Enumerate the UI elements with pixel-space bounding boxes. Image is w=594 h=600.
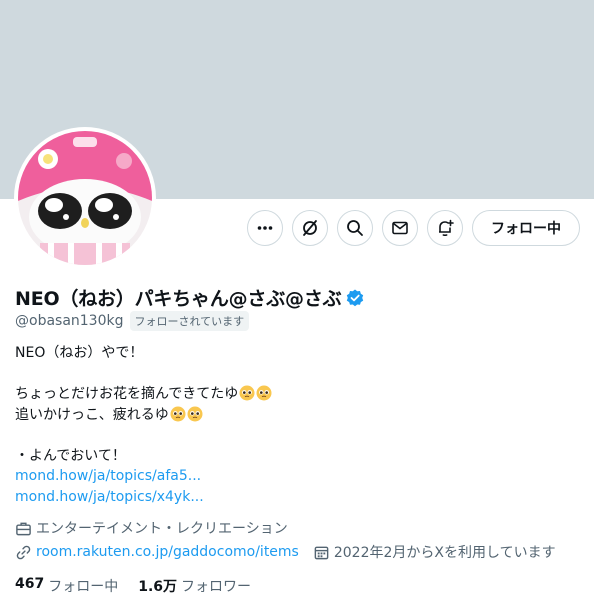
bio-link[interactable]: mond.how/ja/topics/afa5...: [15, 468, 201, 484]
grok-button[interactable]: [292, 210, 328, 246]
pleading-face-emoji-icon: [256, 385, 272, 401]
search-icon: [347, 220, 363, 236]
following-label: フォロー中: [48, 579, 119, 595]
bio-line-with-emoji: ちょっとだけお花を摘んできてたゆ: [15, 384, 575, 405]
website-link[interactable]: room.rakuten.co.jp/gaddocomo/items: [36, 544, 299, 560]
calendar-icon: [314, 546, 329, 559]
search-button[interactable]: [337, 210, 373, 246]
following-stat[interactable]: 467 フォロー中: [15, 576, 118, 596]
bell-plus-icon: [439, 219, 454, 237]
followers-count: 1.6万: [138, 579, 178, 595]
more-button[interactable]: [247, 210, 283, 246]
notify-button[interactable]: [427, 210, 463, 246]
profile-stats: 467 フォロー中 1.6万 フォロワー: [15, 576, 251, 596]
bio-line: NEO（ねお）やで！: [15, 345, 144, 361]
handle: @obasan130kg: [15, 313, 124, 329]
handle-row: @obasan130kg フォローされています: [15, 311, 250, 331]
bio-line: ちょっとだけお花を摘んできてたゆ: [15, 386, 239, 402]
followers-stat[interactable]: 1.6万 フォロワー: [138, 576, 251, 596]
profile-meta-info: room.rakuten.co.jp/gaddocomo/items 2022年…: [15, 542, 556, 562]
profile-action-bar: フォロー中: [247, 210, 580, 246]
bio-line-with-emoji: 追いかけっこ、疲れるゆ: [15, 405, 575, 426]
display-name: NEO（ねお）パキちゃん@さぶ@さぶ: [15, 288, 342, 310]
joined-item: 2022年2月からXを利用しています: [313, 542, 556, 562]
following-count: 467: [15, 576, 45, 592]
message-button[interactable]: [382, 210, 418, 246]
mail-icon: [392, 221, 408, 235]
bio-line: 追いかけっこ、疲れるゆ: [15, 406, 169, 423]
avatar-image: [18, 131, 152, 265]
follows-you-badge: フォローされています: [129, 311, 250, 331]
verified-badge-icon[interactable]: [345, 288, 365, 308]
profile-bio: NEO（ねお）やで！ ちょっとだけお花を摘んできてたゆ 追いかけっこ、疲れるゆ …: [15, 343, 575, 507]
profile-avatar[interactable]: [14, 127, 156, 269]
website-item[interactable]: room.rakuten.co.jp/gaddocomo/items: [15, 544, 299, 561]
more-icon: [257, 226, 273, 230]
name-row: NEO（ねお）パキちゃん@さぶ@さぶ: [15, 284, 365, 311]
following-button[interactable]: フォロー中: [472, 210, 580, 246]
category-item: エンターテイメント・レクリエーション: [15, 518, 288, 538]
category-text: エンターテイメント・レクリエーション: [36, 521, 288, 537]
briefcase-icon: [16, 522, 31, 535]
followers-label: フォロワー: [181, 579, 252, 595]
pleading-face-emoji-icon: [170, 406, 186, 421]
grok-icon: [303, 220, 317, 236]
pleading-face-emoji-icon: [187, 406, 203, 421]
link-icon: [16, 545, 31, 559]
pleading-face-emoji-icon: [239, 385, 255, 401]
bio-line: ・よんでおいて！: [15, 447, 126, 464]
joined-text: 2022年2月からXを利用しています: [333, 545, 556, 561]
bio-link[interactable]: mond.how/ja/topics/x4yk...: [15, 489, 204, 505]
profile-meta-category: エンターテイメント・レクリエーション: [15, 518, 288, 538]
